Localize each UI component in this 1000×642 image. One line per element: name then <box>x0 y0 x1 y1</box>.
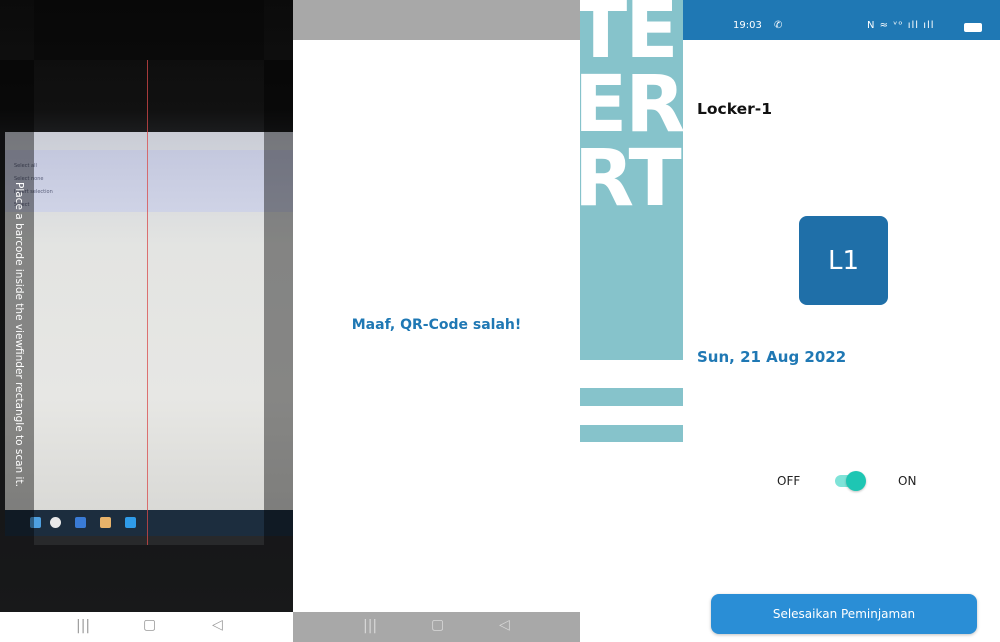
locker-badge: L1 <box>799 216 888 305</box>
scan-laser-line <box>147 60 148 545</box>
toggle-on-label: ON <box>898 474 917 488</box>
taskbar-app-icon <box>125 517 136 528</box>
error-panel: Maaf, QR-Code salah! ||| ▢ ◁ <box>293 0 580 642</box>
battery-icon <box>964 23 982 32</box>
toggle-off-label: OFF <box>777 474 801 488</box>
whatsapp-icon: ✆ <box>774 20 783 31</box>
watermark-line: ER <box>580 60 683 150</box>
scan-hint-text: Place a barcode inside the viewfinder re… <box>13 182 25 487</box>
finish-loan-button[interactable]: Selesaikan Peminjaman <box>711 594 977 634</box>
watermark-band <box>580 388 683 406</box>
locker-panel: 19:03 ✆ N ≈ ᵛᵒ ıll ıll Locker-1 L1 Sun, … <box>683 0 1000 642</box>
taskbar-app-icon <box>100 517 111 528</box>
viewfinder-mask <box>34 0 264 60</box>
content-body <box>683 40 1000 642</box>
taskbar-app-icon <box>50 517 61 528</box>
viewfinder-mask <box>34 545 264 612</box>
recent-apps-button[interactable]: ||| <box>363 618 377 634</box>
back-button[interactable]: ◁ <box>499 617 510 633</box>
locker-title: Locker-1 <box>697 100 772 118</box>
home-button[interactable]: ▢ <box>143 617 156 633</box>
watermark-band <box>580 425 683 442</box>
status-time: 19:03 <box>733 20 762 31</box>
taskbar-app-icon <box>75 517 86 528</box>
home-button[interactable]: ▢ <box>431 617 444 633</box>
system-nav-bar: ||| ▢ ◁ <box>0 612 293 642</box>
watermark-text: TE ER RT <box>580 0 683 224</box>
toggle-thumb <box>846 471 866 491</box>
error-message: Maaf, QR-Code salah! <box>351 317 522 333</box>
back-button[interactable]: ◁ <box>212 617 223 633</box>
system-nav-bar: ||| ▢ ◁ <box>293 612 580 642</box>
captured-menu <box>5 150 293 212</box>
signal-icons: N ≈ ᵛᵒ ıll ıll <box>867 20 935 31</box>
viewfinder-mask <box>264 60 293 612</box>
scanner-panel: Select all Select none Invert selection … <box>0 0 293 642</box>
watermark-strip: TE ER RT <box>580 0 683 642</box>
loan-date: Sun, 21 Aug 2022 <box>697 348 847 366</box>
app-bar <box>293 0 580 40</box>
captured-taskbar <box>5 510 293 536</box>
recent-apps-button[interactable]: ||| <box>76 618 90 634</box>
watermark-line: RT <box>580 134 682 224</box>
scan-hint: Place a barcode inside the viewfinder re… <box>13 182 27 487</box>
watermark-line: TE <box>580 0 679 76</box>
lock-toggle[interactable] <box>833 471 866 491</box>
